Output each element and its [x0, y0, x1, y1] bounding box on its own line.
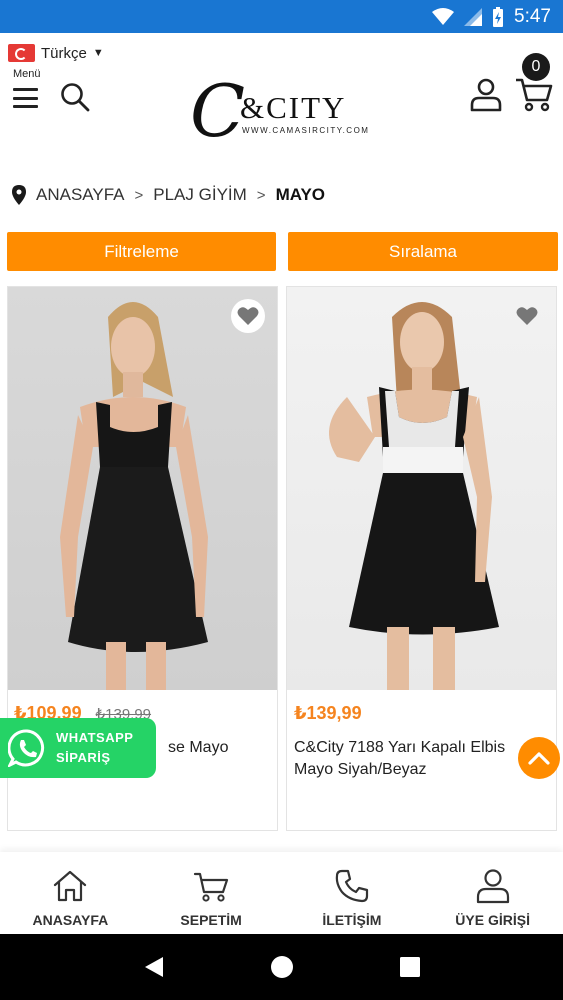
nav-item-cart[interactable]: SEPETİM — [141, 852, 282, 934]
status-bar: 5:47 — [0, 0, 563, 33]
user-icon[interactable] — [470, 78, 502, 112]
breadcrumb: ANASAYFA > PLAJ GİYİM > MAYO — [12, 185, 325, 205]
search-icon[interactable] — [60, 82, 90, 112]
phone-icon — [335, 869, 368, 903]
wifi-icon — [432, 7, 455, 25]
whatsapp-icon — [8, 729, 45, 767]
product-photo — [329, 302, 499, 690]
menu-button[interactable]: Menü — [13, 68, 47, 108]
user-icon — [476, 869, 509, 904]
hamburger-icon — [13, 88, 38, 108]
price-row: ₺139,99 — [294, 703, 362, 724]
cart-icon — [194, 872, 229, 902]
menu-label: Menü — [13, 68, 41, 80]
status-time: 5:47 — [514, 5, 551, 27]
back-icon[interactable] — [143, 955, 165, 979]
nav-item-home[interactable]: ANASAYFA — [0, 852, 141, 934]
sort-button[interactable]: Sıralama — [288, 232, 558, 271]
heart-icon — [516, 307, 538, 325]
breadcrumb-item-current: MAYO — [275, 185, 326, 204]
chevron-down-icon: ▼ — [92, 47, 104, 59]
battery-icon — [493, 6, 504, 27]
nav-label: İLETİŞİM — [322, 912, 382, 928]
product-name[interactable]: C&City 7188 Yarı Kapalı Elbis Mayo Siyah… — [294, 737, 544, 781]
signal-icon — [464, 7, 483, 26]
filter-button[interactable]: Filtreleme — [7, 232, 276, 271]
nav-item-login[interactable]: ÜYE GİRİŞİ — [422, 852, 563, 934]
breadcrumb-separator: > — [256, 186, 266, 204]
scroll-to-top-button[interactable] — [518, 737, 560, 779]
product-image[interactable] — [8, 287, 277, 690]
breadcrumb-item-beachwear[interactable]: PLAJ GİYİM — [153, 185, 247, 205]
language-selector[interactable]: Türkçe ▼ — [8, 44, 104, 62]
whatsapp-line2: SİPARİŞ — [56, 750, 111, 765]
logo-mark: C — [190, 69, 246, 153]
recents-icon[interactable] — [399, 956, 421, 978]
home-circle-icon[interactable] — [270, 955, 294, 979]
breadcrumb-item-home[interactable]: ANASAYFA — [36, 185, 125, 205]
home-icon — [54, 870, 87, 902]
cart-icon[interactable] — [515, 76, 553, 112]
cart-count-badge: 0 — [522, 53, 550, 81]
whatsapp-label: WHATSAPP SİPARİŞ — [56, 728, 133, 768]
heart-icon — [237, 307, 259, 325]
product-name[interactable]: se Mayo — [168, 737, 273, 759]
system-navigation-bar — [0, 934, 563, 1000]
site-logo[interactable]: C &CITY WWW.CAMASIRCITY.COM — [190, 72, 368, 154]
location-pin-icon — [12, 185, 26, 205]
product-image[interactable] — [287, 287, 556, 690]
logo-url: WWW.CAMASIRCITY.COM — [242, 126, 370, 135]
bottom-navigation: ANASAYFA SEPETİM İLETİŞİM ÜYE GİRİŞİ — [0, 852, 563, 934]
nav-label: ÜYE GİRİŞİ — [455, 912, 530, 928]
favorite-button[interactable] — [231, 299, 265, 333]
whatsapp-line1: WHATSAPP — [56, 730, 134, 745]
chevron-up-icon — [528, 752, 550, 765]
language-label: Türkçe — [41, 44, 87, 62]
product-card[interactable]: ₺139,99 C&City 7188 Yarı Kapalı Elbis Ma… — [286, 286, 557, 831]
nav-label: ANASAYFA — [32, 912, 109, 928]
favorite-button[interactable] — [510, 299, 544, 333]
logo-brand: &CITY — [240, 90, 347, 125]
product-price: ₺139,99 — [294, 703, 362, 723]
nav-label: SEPETİM — [180, 912, 242, 928]
nav-item-contact[interactable]: İLETİŞİM — [282, 852, 423, 934]
status-icons: 5:47 — [432, 4, 551, 29]
product-photo — [60, 302, 208, 690]
whatsapp-order-button[interactable]: WHATSAPP SİPARİŞ — [0, 718, 156, 778]
breadcrumb-separator: > — [134, 186, 144, 204]
turkey-flag-icon — [8, 44, 35, 62]
